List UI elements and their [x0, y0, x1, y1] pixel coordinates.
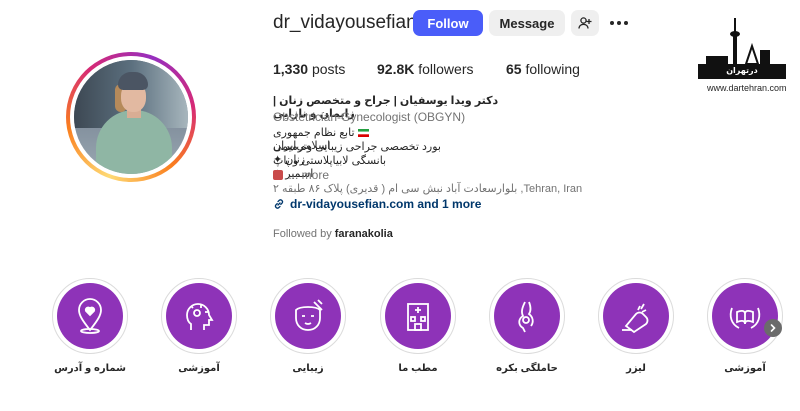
highlight-cover: [603, 283, 669, 349]
book-laurel-icon: [729, 307, 761, 329]
highlight-ring: [707, 278, 783, 354]
following-label: following: [525, 61, 580, 77]
highlight-ring: [380, 278, 456, 354]
highlight-label: مطب ما: [398, 363, 438, 374]
highlight-label: لیزر: [626, 363, 646, 374]
followers-stat[interactable]: 92.8K followers: [377, 61, 474, 77]
bio-more[interactable]: ... more: [273, 168, 329, 182]
chevron-right-icon: [770, 324, 776, 332]
pregnancy-icon: [518, 301, 534, 333]
highlight-2[interactable]: آموزشی: [157, 278, 241, 374]
clinic-building-icon: [407, 303, 429, 331]
highlight-label: شماره و آدرس: [54, 363, 126, 374]
hospital-icon: [273, 170, 283, 180]
iran-flag-icon: [357, 129, 369, 137]
website-text: dr-vidayousefian.com and 1 more: [290, 197, 482, 211]
watermark-url: www.dartehran.com: [707, 83, 787, 93]
highlight-6[interactable]: لیزر: [594, 278, 678, 374]
followed-by-user: faranakolia: [334, 228, 393, 240]
dot-icon: [610, 21, 614, 25]
highlight-ring: [161, 278, 237, 354]
bio-website-link[interactable]: dr-vidayousefian.com and 1 more: [273, 197, 481, 211]
highlight-label: حاملگی بکره: [496, 363, 558, 374]
avatar-border: [70, 56, 192, 178]
watermark-label: درتهران: [726, 66, 758, 75]
highlight-4[interactable]: مطب ما: [376, 278, 460, 374]
following-count: 65: [506, 61, 522, 77]
profile-username: dr_vidayousefian: [273, 12, 417, 33]
dot-icon: [617, 21, 621, 25]
highlight-cover: [712, 283, 778, 349]
more-options-button[interactable]: [608, 13, 630, 33]
highlight-cover: [166, 283, 232, 349]
followed-prefix: Followed by: [273, 228, 332, 240]
followers-label: followers: [418, 61, 474, 77]
add-user-icon: [578, 17, 592, 29]
highlight-ring: [52, 278, 128, 354]
face-beauty-icon: [295, 299, 323, 331]
bio-category: Obstetrician-Gynecologist (OBGYN): [273, 110, 466, 124]
followed-by[interactable]: Followed by faranakolia: [273, 228, 393, 240]
highlight-cover: [494, 283, 560, 349]
avatar-photo: [74, 60, 188, 174]
message-button[interactable]: Message: [489, 10, 565, 36]
follow-button[interactable]: Follow: [413, 10, 483, 36]
profile-avatar[interactable]: [66, 52, 196, 182]
posts-label: posts: [311, 61, 346, 77]
highlight-ring: [489, 278, 565, 354]
highlight-1[interactable]: شماره و آدرس: [48, 278, 132, 374]
head-brain-icon: [186, 303, 214, 330]
highlight-cover: [275, 283, 341, 349]
posts-count: 1,330: [273, 61, 309, 77]
laser-device-icon: [622, 303, 649, 334]
highlight-ring: [270, 278, 346, 354]
highlights-next-button[interactable]: [764, 319, 782, 337]
followers-count: 92.8K: [377, 61, 415, 77]
highlight-5[interactable]: حاملگی بکره: [485, 278, 569, 374]
highlight-cover: [385, 283, 451, 349]
suggest-accounts-button[interactable]: [571, 10, 599, 36]
following-stat[interactable]: 65 following: [506, 61, 580, 77]
highlight-cover: [57, 283, 123, 349]
link-icon: [274, 199, 284, 209]
bio-address: بلوارسعادت آباد نبش سی ام ( قدیری) پلاک …: [273, 183, 583, 195]
highlight-ring: [598, 278, 674, 354]
highlight-3[interactable]: زیبایی: [266, 278, 350, 374]
highlight-label: آموزشی: [178, 363, 220, 374]
posts-stat: 1,330 posts: [273, 61, 345, 77]
more-link[interactable]: ... more: [288, 168, 329, 182]
highlight-label: آموزشی: [724, 363, 766, 374]
milad-tower-logo: [698, 18, 786, 79]
dot-icon: [624, 21, 628, 25]
location-heart-icon: [78, 298, 102, 334]
highlight-label: زیبایی: [292, 363, 324, 374]
